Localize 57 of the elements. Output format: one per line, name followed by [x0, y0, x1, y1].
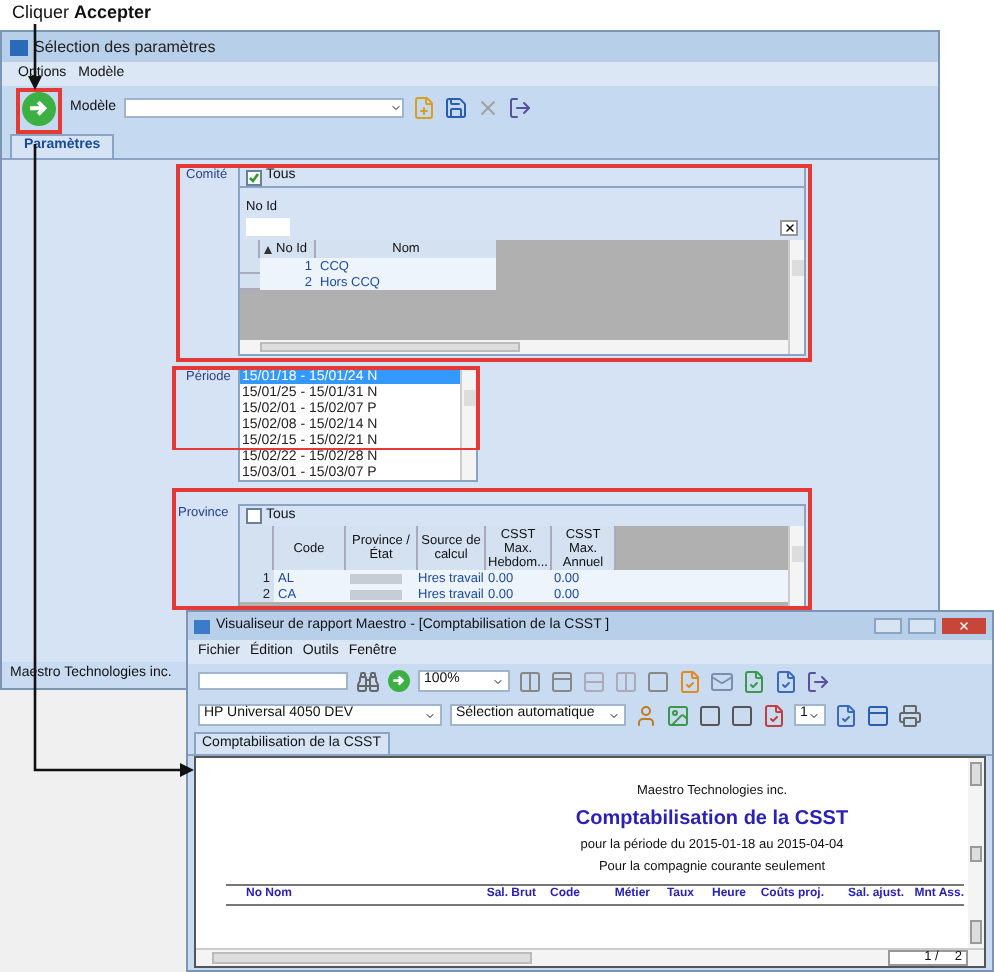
go-button[interactable] [388, 670, 410, 692]
window-title: Sélection des paramètres [34, 35, 216, 59]
person-icon[interactable] [634, 703, 658, 727]
exit-door-icon[interactable] [806, 669, 830, 693]
checkbox[interactable] [246, 169, 262, 185]
arrow-right-icon [392, 674, 406, 688]
vertical-scrollbar[interactable] [788, 240, 804, 354]
image-icon[interactable] [666, 703, 690, 727]
mail-icon[interactable] [710, 669, 734, 693]
page-layout-icon[interactable] [614, 669, 638, 693]
dropdown-icon [424, 709, 436, 721]
page-icon[interactable] [730, 703, 754, 727]
accept-button[interactable] [22, 91, 56, 125]
binoculars-icon[interactable] [356, 669, 380, 693]
minimize-button[interactable] [874, 618, 902, 634]
row-header [240, 526, 274, 570]
close-icon [958, 620, 970, 632]
horizontal-scrollbar[interactable] [240, 340, 788, 354]
checkbox[interactable] [246, 508, 262, 524]
maximize-button[interactable] [908, 618, 936, 634]
vertical-scrollbar[interactable] [460, 370, 476, 480]
document-icon[interactable] [834, 703, 858, 727]
page-layout-icon[interactable] [550, 669, 574, 693]
dropdown-icon [808, 709, 820, 721]
app-icon [10, 39, 28, 55]
dropdown-icon [492, 675, 504, 687]
page-layout-icon[interactable] [646, 669, 670, 693]
printer-icon[interactable] [898, 703, 922, 727]
vertical-scrollbar[interactable] [968, 758, 984, 948]
search-field[interactable] [198, 672, 348, 690]
export-icon[interactable] [742, 669, 766, 693]
exit-door-icon[interactable] [507, 96, 532, 120]
blurred-text [350, 573, 402, 583]
model-dropdown[interactable] [123, 98, 404, 118]
horizontal-scrollbar[interactable] [212, 952, 532, 964]
page-layout-icon[interactable] [518, 669, 542, 693]
clear-button[interactable] [780, 220, 798, 236]
close-icon [783, 222, 795, 234]
app-icon [194, 619, 210, 633]
close-button[interactable] [942, 618, 986, 634]
dropdown-icon [608, 709, 620, 721]
sort-ascending-icon [264, 245, 272, 253]
vertical-scrollbar[interactable] [788, 526, 804, 606]
input-field[interactable] [246, 218, 290, 236]
window-icon[interactable] [866, 703, 890, 727]
blurred-text [350, 589, 402, 599]
page-icon[interactable] [698, 703, 722, 727]
dropdown-icon [389, 102, 402, 114]
page-layout-icon[interactable] [582, 669, 606, 693]
save-icon[interactable] [443, 96, 468, 120]
report-title: Comptabilisation de la CSST [575, 805, 849, 834]
instruction-text: Cliquer Accepter [12, 2, 152, 22]
check-document-icon[interactable] [774, 669, 798, 693]
arrow-right-icon [28, 97, 50, 119]
document-icon[interactable] [762, 703, 786, 727]
export-icon[interactable] [678, 669, 702, 693]
highlight-frame [16, 88, 62, 134]
